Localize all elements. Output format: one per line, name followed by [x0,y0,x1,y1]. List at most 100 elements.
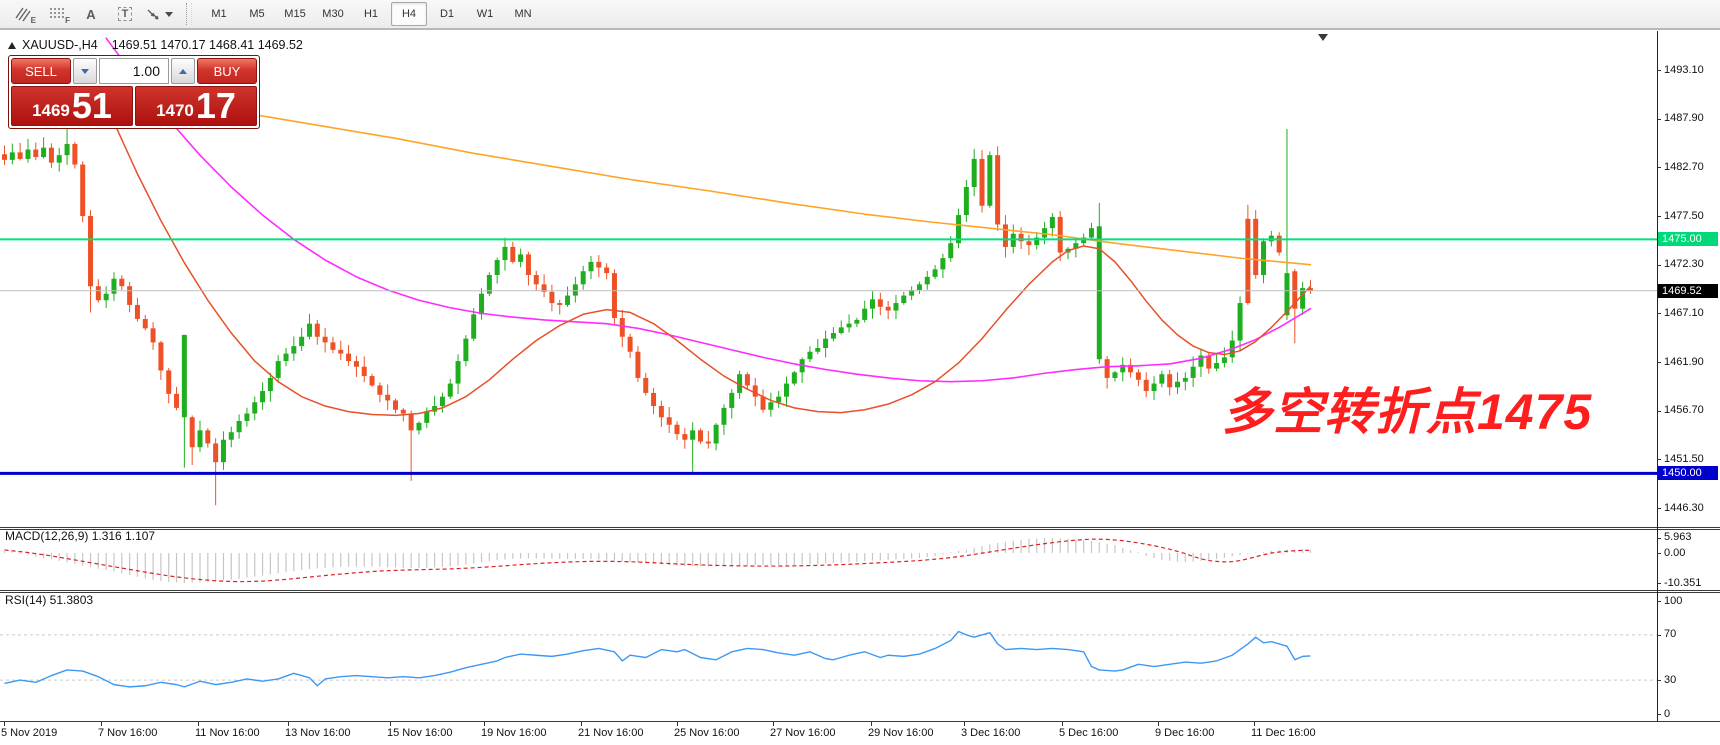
text-box-tool-button[interactable]: T [108,2,142,26]
macd-pane-separator[interactable] [0,527,1720,528]
drawing-tools-group: EFA T [6,2,176,26]
volume-input[interactable] [99,58,169,84]
rsi-tick-mark [1657,601,1661,602]
timeframe-button-m5[interactable]: M5 [239,2,275,26]
rsi-tick-label: 70 [1664,628,1718,640]
toolbar: EFA T M1M5M15M30H1H4D1W1MN [0,0,1720,30]
price-tick-mark [1657,216,1661,217]
text-box-icon: T [118,7,133,21]
price-tick-label: 1456.70 [1664,404,1718,416]
chevron-down-icon [165,12,173,17]
rsi-tick-mark [1657,680,1661,681]
macd-tick-mark [1657,553,1661,554]
sell-button[interactable]: SELL [11,58,71,84]
chevron-up-icon [179,69,187,74]
price-tick-label: 1451.50 [1664,453,1718,465]
rsi-line [5,632,1311,687]
time-tick-mark [1254,722,1255,726]
volume-increase-button[interactable] [171,58,195,84]
time-tick-mark [581,722,582,726]
rsi-tick-label: 0 [1664,708,1718,720]
equidistant-channel-tool-button[interactable]: E [6,2,40,26]
arrows-icon [145,6,161,22]
time-axis-label: 15 Nov 16:00 [387,727,452,739]
time-axis-label: 13 Nov 16:00 [285,727,350,739]
price-tick-mark [1657,362,1661,363]
bid-price-major: 1469 [32,102,70,123]
bid-price-minor: 51 [72,89,112,123]
time-axis-label: 29 Nov 16:00 [868,727,933,739]
time-tick-mark [871,722,872,726]
price-marker-1469.52: 1469.52 [1658,284,1718,298]
rsi-tick-label: 100 [1664,595,1718,607]
timeframe-button-m30[interactable]: M30 [315,2,351,26]
macd-tick-label: 0.00 [1664,547,1718,559]
ask-price-minor: 17 [196,89,236,123]
time-axis-label: 9 Dec 16:00 [1155,727,1214,739]
volume-decrease-button[interactable] [73,58,97,84]
price-tick-label: 1487.90 [1664,112,1718,124]
price-tick-label: 1482.70 [1664,161,1718,173]
timeframe-button-w1[interactable]: W1 [467,2,503,26]
time-tick-mark [484,722,485,726]
arrows-tool-button[interactable] [142,2,176,26]
macd-indicator-label: MACD(12,26,9) 1.316 1.107 [5,529,155,543]
symbol-marker-icon [8,42,16,49]
time-axis-separator [0,721,1720,722]
timeframe-button-m1[interactable]: M1 [201,2,237,26]
buy-button[interactable]: BUY [197,58,257,84]
rsi-tick-mark [1657,635,1661,636]
price-tick-label: 1446.30 [1664,502,1718,514]
chevron-down-icon [81,69,89,74]
toolbar-separator [186,3,192,25]
price-axis-border [1657,31,1658,722]
timeframe-buttons-group: M1M5M15M30H1H4D1W1MN [200,2,542,26]
timeframe-button-m15[interactable]: M15 [277,2,313,26]
ask-price-major: 1470 [156,102,194,123]
rsi-pane [0,632,1657,687]
price-marker-1475.00: 1475.00 [1658,232,1718,246]
price-tick-mark [1657,508,1661,509]
macd-tick-mark [1657,538,1661,539]
bid-price-panel[interactable]: 1469 51 [11,86,133,126]
price-tick-mark [1657,167,1661,168]
macd-tick-label: -10.351 [1664,577,1718,589]
fibonacci-retracement-tool-button[interactable]: F [40,2,74,26]
time-axis-label: 25 Nov 16:00 [674,727,739,739]
chart-shift-marker-icon[interactable] [1318,34,1328,41]
ask-price-panel[interactable]: 1470 17 [135,86,257,126]
ma-mid [106,38,1310,382]
time-tick-mark [1158,722,1159,726]
price-tick-mark [1657,70,1661,71]
rsi-pane-separator[interactable] [0,590,1720,591]
price-tick-label: 1477.50 [1664,210,1718,222]
time-axis-label: 19 Nov 16:00 [481,727,546,739]
time-axis-label: 7 Nov 16:00 [98,727,157,739]
price-tick-label: 1461.90 [1664,356,1718,368]
price-tick-mark [1657,313,1661,314]
time-tick-mark [390,722,391,726]
rsi-tick-mark [1657,714,1661,715]
price-tick-mark [1657,411,1661,412]
timeframe-button-d1[interactable]: D1 [429,2,465,26]
rsi-indicator-label: RSI(14) 51.3803 [5,593,93,607]
macd-tick-mark [1657,583,1661,584]
time-axis-label: 11 Dec 16:00 [1251,727,1316,739]
macd-tick-label: 5.963 [1664,531,1718,543]
symbol-header: XAUUSD-,H4 1469.51 1470.17 1468.41 1469.… [8,38,303,52]
text-label-icon: A [86,7,95,22]
price-tick-label: 1472.30 [1664,258,1718,270]
time-tick-mark [4,722,5,726]
timeframe-button-h4[interactable]: H4 [391,2,427,26]
fibonacci-lines-icon [48,6,66,22]
time-axis-label: 11 Nov 16:00 [195,727,260,739]
price-tick-label: 1467.10 [1664,307,1718,319]
time-axis-label: 5 Dec 16:00 [1059,727,1118,739]
price-tick-mark [1657,459,1661,460]
text-label-tool-button[interactable]: A [74,2,108,26]
time-tick-mark [773,722,774,726]
timeframe-button-mn[interactable]: MN [505,2,541,26]
timeframe-button-h1[interactable]: H1 [353,2,389,26]
time-tick-mark [101,722,102,726]
price-marker-1450.00: 1450.00 [1658,466,1718,480]
